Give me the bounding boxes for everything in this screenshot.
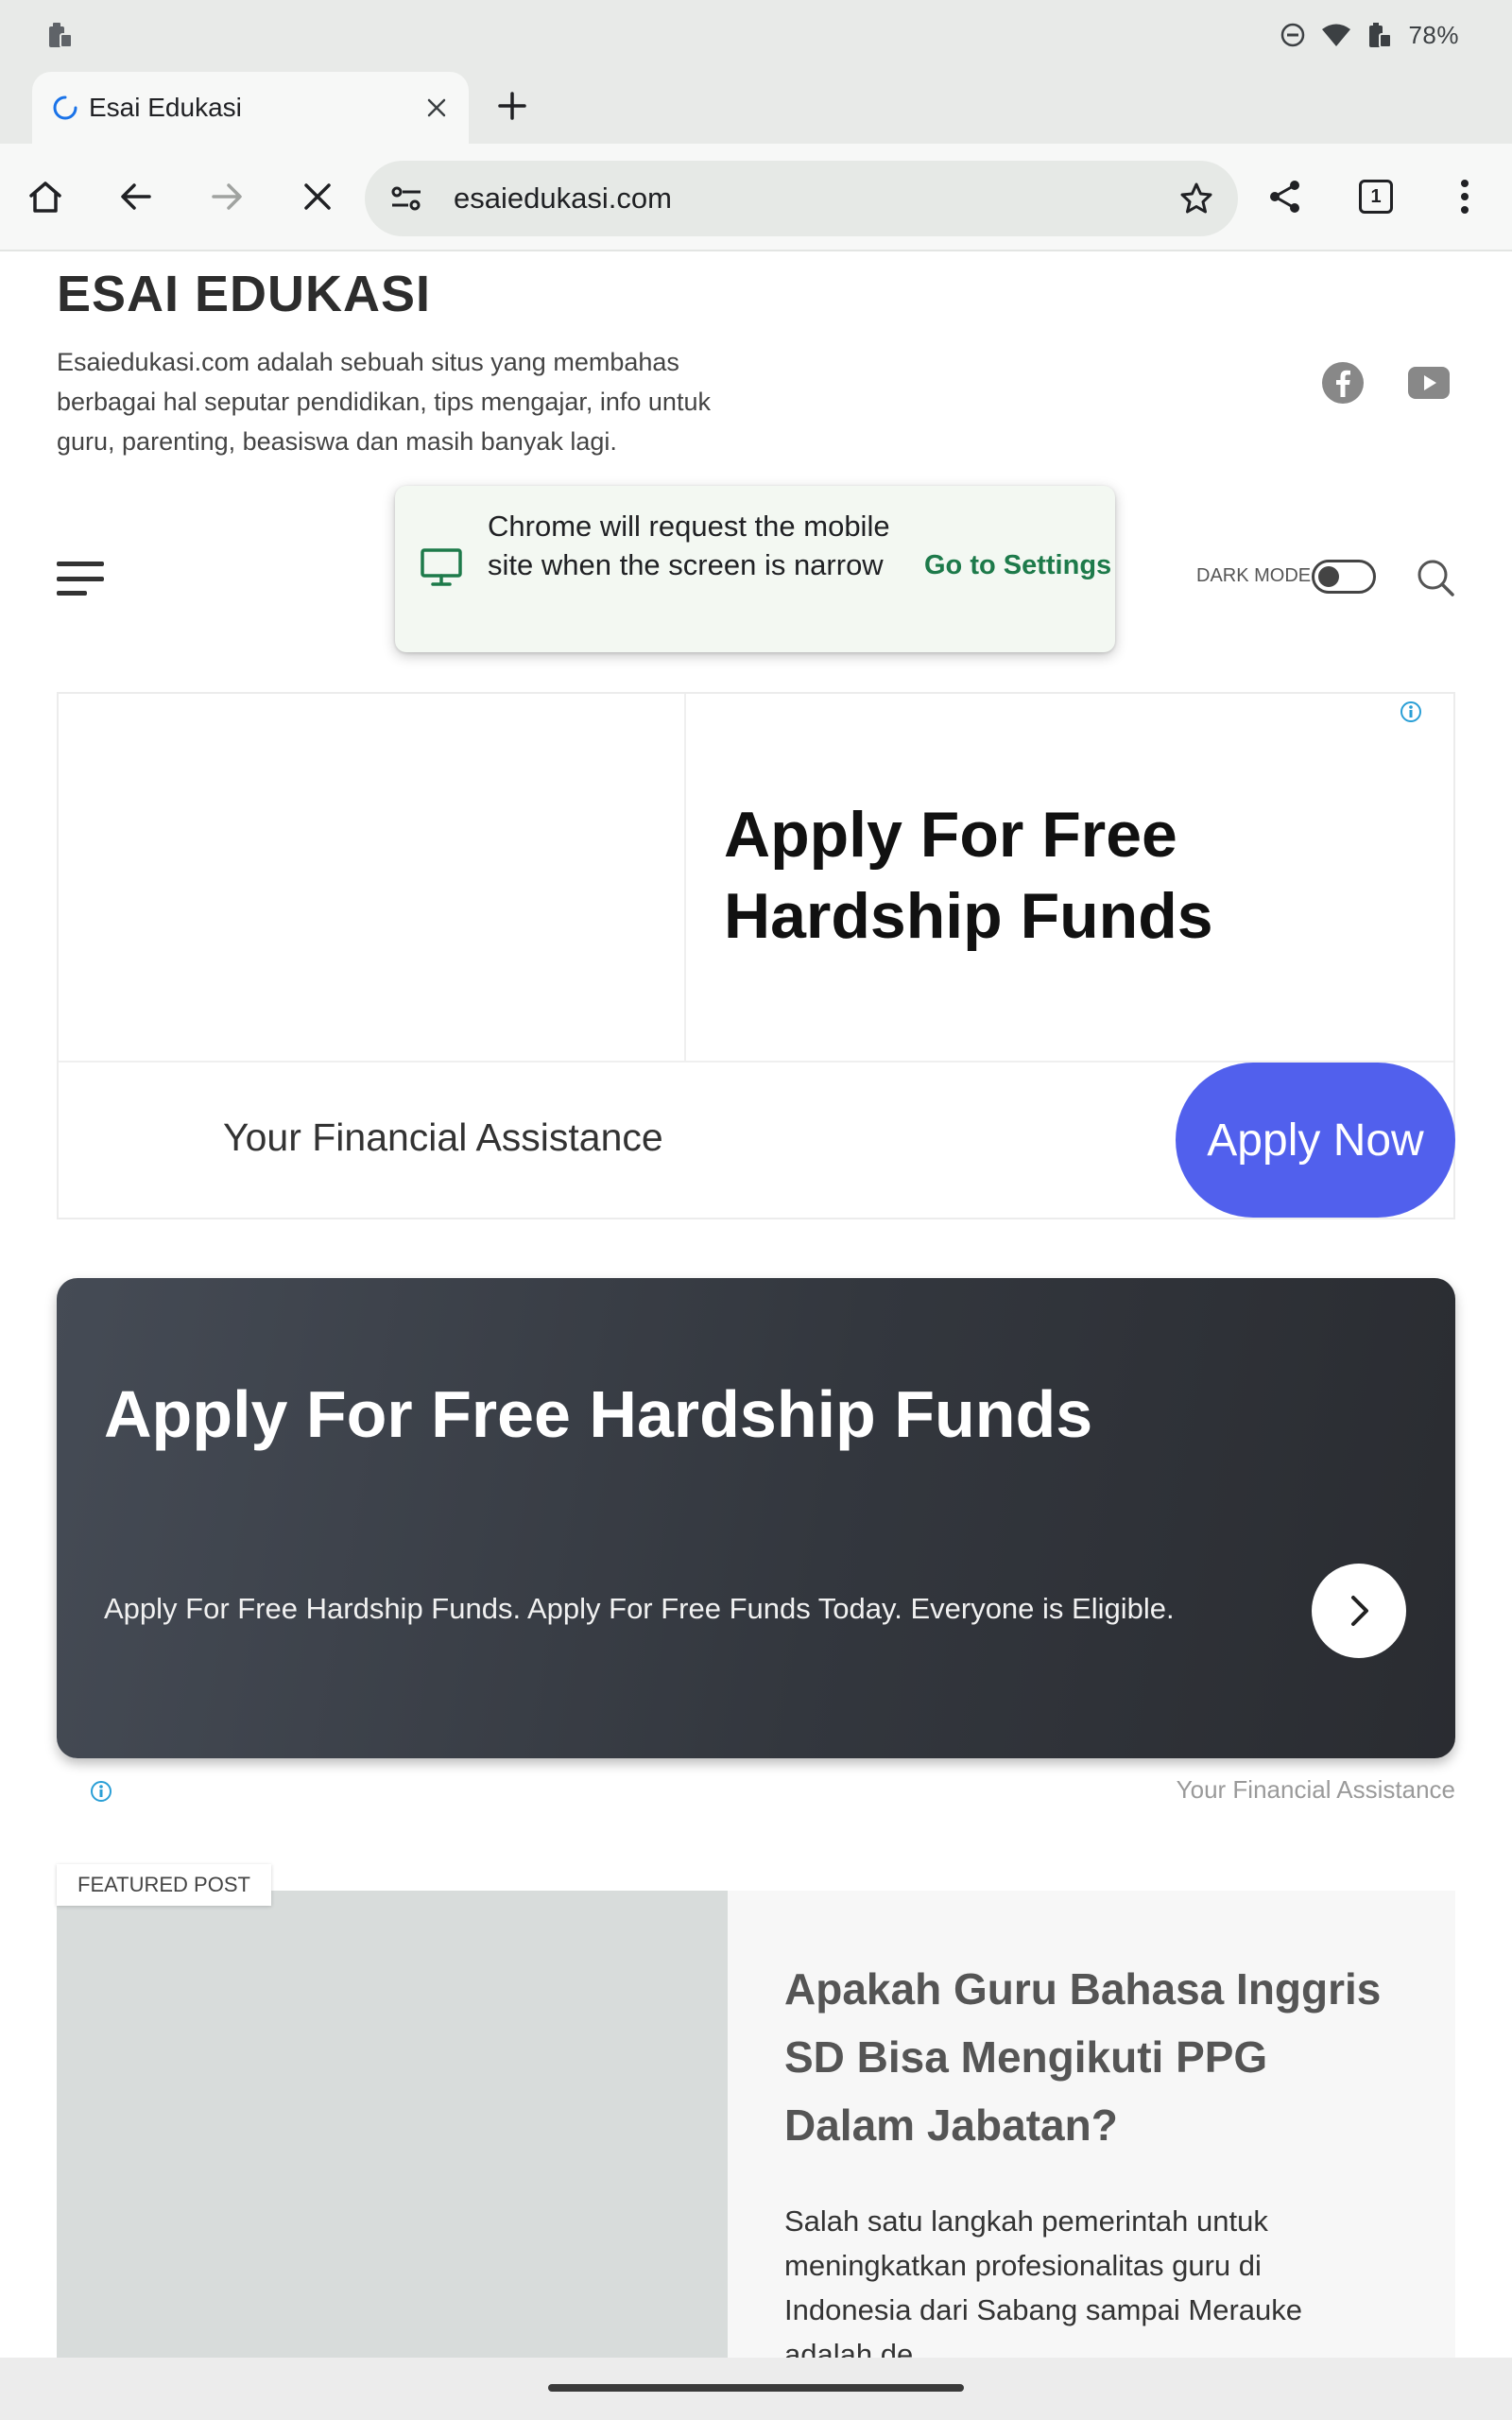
back-arrow-icon <box>121 183 151 210</box>
youtube-icon[interactable] <box>1408 367 1450 399</box>
tab-title: Esai Edukasi <box>89 93 242 122</box>
dark-mode-toggle[interactable] <box>1312 560 1376 594</box>
ad-info-icon[interactable] <box>89 1779 113 1804</box>
ad-image <box>59 694 686 1061</box>
tab-strip: Esai Edukasi <box>0 70 1512 144</box>
featured-post-excerpt: Salah satu langkah pemerintah untuk meni… <box>784 2204 1303 2358</box>
tab-close-button[interactable] <box>418 89 455 127</box>
ad-card-next-button[interactable] <box>1312 1564 1406 1658</box>
status-bar: 78% <box>0 0 1512 70</box>
gesture-handle[interactable] <box>548 2384 964 2392</box>
clipboard-notification-icon <box>49 23 73 48</box>
new-tab-button[interactable] <box>488 81 537 130</box>
apply-now-button[interactable]: Apply Now <box>1176 1063 1455 1218</box>
featured-post-label: FEATURED POST <box>57 1864 271 1906</box>
chevron-right-icon <box>1351 1596 1368 1626</box>
wifi-icon <box>1322 24 1351 46</box>
system-navigation-bar <box>0 2358 1512 2420</box>
ad-card-body: Apply For Free Hardship Funds. Apply For… <box>104 1592 1175 1625</box>
ad-info-icon[interactable] <box>1399 700 1423 724</box>
dark-mode-label: DARK MODE <box>1196 565 1312 586</box>
back-button[interactable] <box>108 168 164 225</box>
do-not-disturb-icon <box>1281 23 1305 47</box>
tab-count: 1 <box>1359 180 1393 214</box>
site-description: Esaiedukasi.com adalah sebuah situs yang… <box>57 348 711 456</box>
share-icon <box>1270 181 1299 213</box>
browser-tab[interactable]: Esai Edukasi <box>32 72 469 144</box>
tune-icon <box>391 186 421 211</box>
battery-percentage: 78% <box>1408 20 1459 49</box>
home-icon <box>29 182 61 213</box>
facebook-icon[interactable] <box>1321 361 1365 405</box>
menu-button[interactable] <box>57 560 104 597</box>
more-menu-button[interactable] <box>1436 168 1493 225</box>
omnibox[interactable]: esaiedukasi.com <box>365 161 1238 236</box>
loading-spinner-icon <box>53 95 77 120</box>
featured-post-body: Apakah Guru Bahasa Inggris SD Bisa Mengi… <box>728 1891 1455 2358</box>
share-button[interactable] <box>1257 168 1314 225</box>
search-icon[interactable] <box>1416 558 1455 597</box>
close-icon <box>427 98 446 117</box>
more-vert-icon <box>1461 180 1469 214</box>
site-settings-button[interactable] <box>387 180 425 217</box>
desktop-icon <box>421 548 462 586</box>
ad-card[interactable]: Apply For Free Hardship Funds Apply For … <box>57 1278 1455 1758</box>
ad-card-headline[interactable]: Apply For Free Hardship Funds <box>104 1376 1092 1452</box>
browser-toolbar: esaiedukasi.com 1 <box>0 144 1512 251</box>
ad-banner[interactable]: Apply For Free Hardship Funds Your Finan… <box>57 692 1455 1219</box>
ad-advertiser: Your Financial Assistance <box>223 1115 663 1159</box>
star-icon <box>1180 182 1212 214</box>
ad-card-advertiser: Your Financial Assistance <box>1176 1775 1455 1804</box>
stop-loading-button[interactable] <box>289 168 346 225</box>
close-icon <box>304 183 331 210</box>
featured-post-title[interactable]: Apakah Guru Bahasa Inggris SD Bisa Mengi… <box>784 1955 1399 2159</box>
site-title[interactable]: ESAI EDUKASI <box>57 265 431 323</box>
forward-button[interactable] <box>198 168 255 225</box>
bookmark-button[interactable] <box>1172 174 1221 223</box>
tab-switcher-button[interactable]: 1 <box>1348 168 1404 225</box>
forward-arrow-icon <box>212 183 242 210</box>
home-button[interactable] <box>17 168 74 225</box>
plus-icon <box>498 92 526 120</box>
go-to-settings-link[interactable]: Go to Settings <box>924 550 1111 581</box>
mobile-site-popup: Chrome will request the mobile site when… <box>395 486 1115 652</box>
web-page: ESAI EDUKASI Esaiedukasi.com adalah sebu… <box>0 251 1512 2358</box>
popup-message: Chrome will request the mobile site when… <box>488 510 890 581</box>
featured-post-image[interactable] <box>57 1891 728 2358</box>
ad-headline[interactable]: Apply For Free Hardship Funds <box>724 794 1385 957</box>
battery-saver-icon <box>1369 23 1393 48</box>
url-text[interactable]: esaiedukasi.com <box>454 182 672 216</box>
